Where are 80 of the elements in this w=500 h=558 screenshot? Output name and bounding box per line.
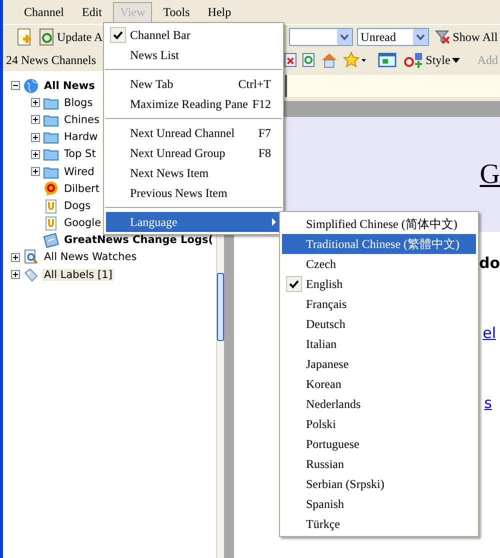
filter-icon [434,29,451,45]
menu-title[interactable]: Help [200,2,238,22]
menu-title[interactable]: Edit [75,2,109,22]
expand-icon[interactable] [11,252,20,262]
tree-item[interactable]: Dogs [62,200,93,212]
menu-item[interactable]: Next Unread Group F8 [106,143,281,163]
search-combo[interactable] [288,28,353,46]
new-document-icon[interactable] [17,28,33,46]
menu-title[interactable]: Tools [156,2,197,22]
tree-item[interactable]: Wired [62,166,96,178]
menu-item[interactable]: Polski [282,414,476,434]
expand-icon[interactable] [11,270,20,280]
article-text: do [478,254,500,272]
style-button[interactable]: Style [402,50,462,70]
style-icon [404,51,424,69]
tree-item[interactable]: GreatNews Change Logs( [62,234,216,246]
tree-item[interactable]: Dilbert [62,182,102,195]
article-heading: G [480,158,500,190]
tree-item[interactable]: All News Watches [42,251,139,264]
tree-item[interactable]: Chines [62,114,102,126]
menu-item[interactable]: Maximize Reading Pane F12 [106,94,281,114]
address-field[interactable] [285,75,500,97]
tree-item[interactable]: Top St [62,148,98,160]
tag-icon [23,266,39,283]
submenu-arrow-icon [269,218,279,226]
document-icon [43,215,59,232]
notebook-icon [43,232,59,248]
globe-icon [23,78,39,94]
window-icon[interactable] [378,51,397,69]
menu-item[interactable]: Portuguese [282,434,476,454]
expand-icon[interactable] [31,115,40,124]
tree-item[interactable]: All Labels [1] [42,268,114,281]
menu-item[interactable]: Nederlands [282,394,476,414]
menu-item[interactable]: Japanese [282,354,476,374]
scrollbar-thumb[interactable] [217,273,224,341]
tree-item[interactable]: Google [62,217,104,230]
menu-item[interactable]: Language [106,212,281,232]
menu-item[interactable]: News List [106,45,281,65]
expand-icon[interactable] [31,132,40,142]
expand-icon[interactable] [31,150,40,159]
show-all-button[interactable]: Show All [432,27,500,47]
dropdown-icon [336,29,352,45]
menu-item[interactable]: Korean [282,374,476,394]
speech-bubble-icon [43,180,59,197]
refresh-document-icon[interactable] [302,52,315,68]
menu-item[interactable]: Simplified Chinese (简体中文) [282,214,476,234]
caret-icon [452,58,460,62]
menu-item[interactable]: Previous News Item [106,183,281,203]
menu-item[interactable]: Serbian (Srpski) [282,474,476,494]
menu-item[interactable]: New Tab Ctrl+T [106,74,281,94]
menu-item[interactable]: Channel Bar [106,25,281,45]
menu-item[interactable]: Traditional Chinese (繁體中文) [282,234,476,254]
dropdown-icon [412,29,428,45]
expand-icon[interactable] [31,98,40,108]
article-link[interactable]: el [482,324,496,342]
menu-item[interactable]: Russian [282,454,476,474]
delete-document-icon[interactable] [284,52,297,68]
article-link[interactable]: s [484,394,492,412]
menu-item[interactable]: Deutsch [282,314,476,334]
menu-item[interactable]: Türkçe [282,514,476,534]
filter-combo[interactable]: Unread [356,28,429,46]
menu-title[interactable]: Channel [17,2,71,22]
refresh-document-icon [39,28,55,46]
pane-header: 24 News Channels [6,52,96,68]
expand-icon[interactable] [31,167,40,176]
menu-item[interactable]: Czech [282,254,476,274]
tree-item[interactable]: Blogs [62,96,95,109]
collapse-icon[interactable] [11,81,20,90]
menu-item[interactable]: English [282,274,476,294]
tree-item[interactable]: All News [42,80,97,92]
menu-item[interactable]: Next Unread Channel F7 [106,123,281,143]
menu-item[interactable]: Français [282,294,476,314]
tree-item[interactable]: Hardw [62,131,100,144]
menu-item[interactable]: Next News Item [106,163,281,183]
star-icon[interactable] [343,51,368,69]
magnifier-icon [23,249,39,266]
home-icon[interactable] [320,51,338,69]
menu-item[interactable]: Spanish [282,494,476,514]
document-icon [43,198,59,214]
menu-item[interactable]: Italian [282,334,476,354]
